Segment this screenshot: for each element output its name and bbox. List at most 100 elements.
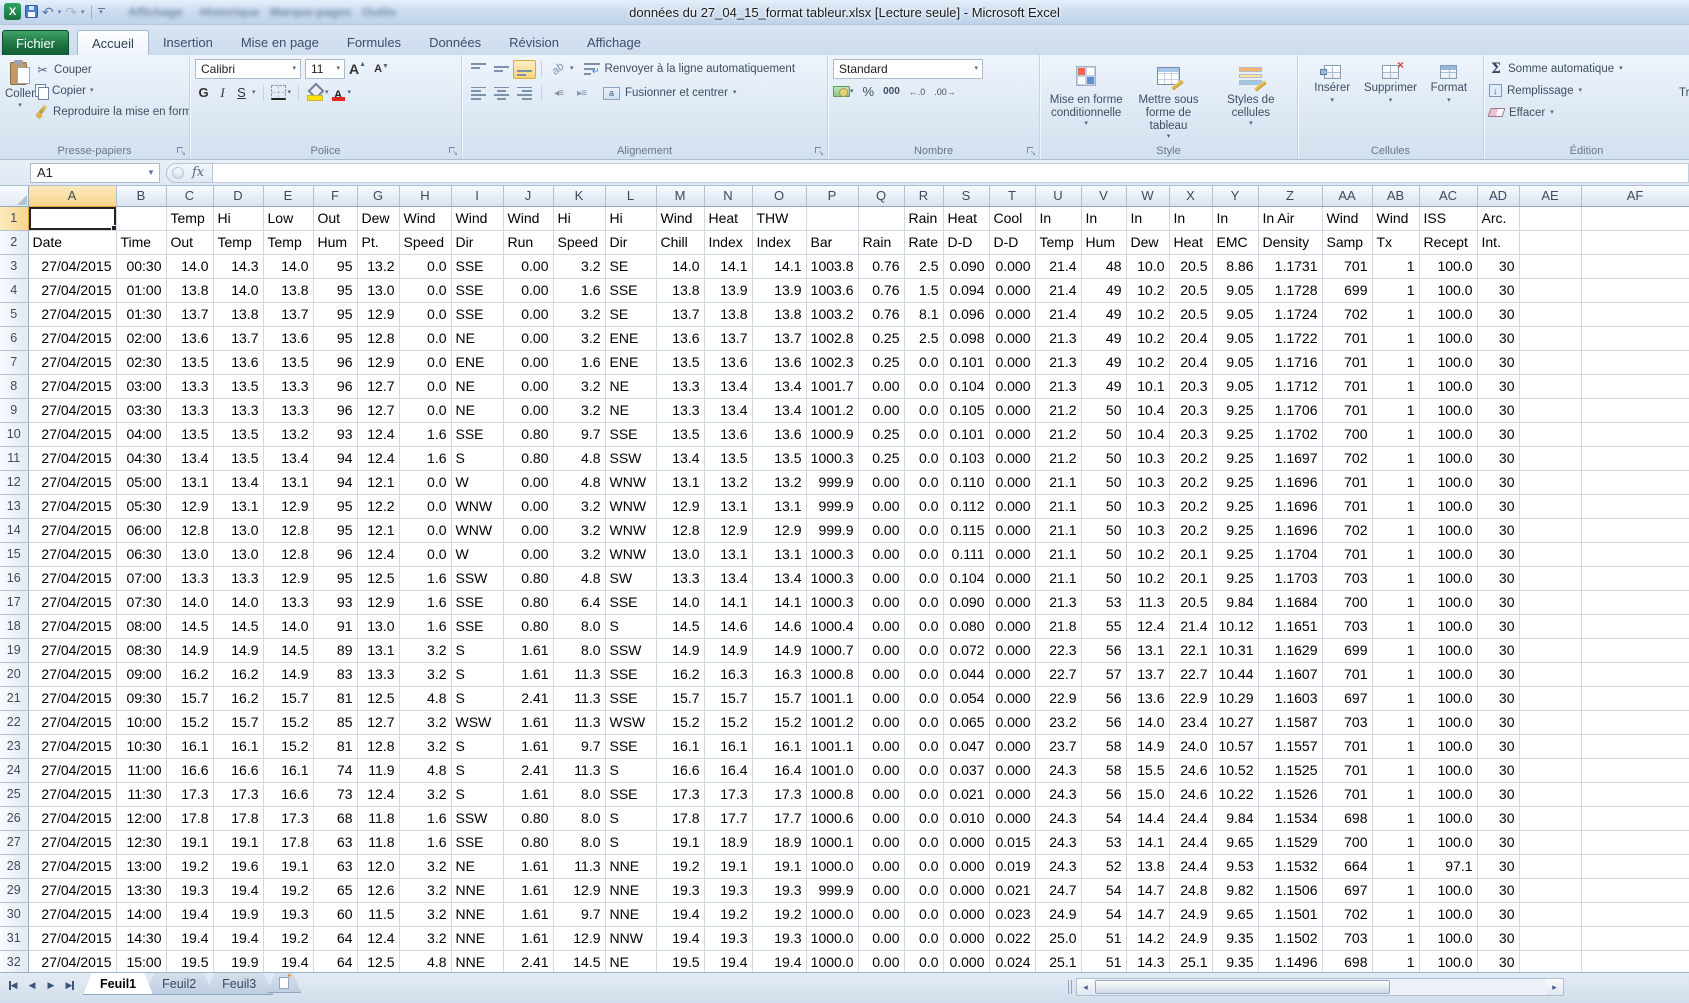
cell-D27[interactable]: 19.1: [213, 830, 263, 854]
cell-B7[interactable]: 02:30: [116, 350, 166, 374]
cell-N10[interactable]: 13.6: [704, 422, 752, 446]
tab-donnees[interactable]: Données: [415, 30, 495, 55]
cell-W3[interactable]: 10.0: [1126, 254, 1169, 278]
cell-C19[interactable]: 14.9: [166, 638, 213, 662]
cell-AE28[interactable]: [1519, 854, 1581, 878]
cell-Z2[interactable]: Density: [1258, 230, 1322, 254]
cell-O4[interactable]: 13.9: [752, 278, 806, 302]
cell-A19[interactable]: 27/04/2015: [28, 638, 116, 662]
cell-A1[interactable]: [28, 206, 116, 230]
column-header-AF[interactable]: AF: [1581, 186, 1689, 206]
cell-T21[interactable]: 0.000: [989, 686, 1035, 710]
cell-AB18[interactable]: 1: [1372, 614, 1419, 638]
cell-G28[interactable]: 12.0: [357, 854, 399, 878]
cell-G12[interactable]: 12.1: [357, 470, 399, 494]
cell-Z17[interactable]: 1.1684: [1258, 590, 1322, 614]
cell-I3[interactable]: SSE: [451, 254, 503, 278]
cell-Y6[interactable]: 9.05: [1212, 326, 1258, 350]
cell-U27[interactable]: 24.3: [1035, 830, 1081, 854]
cell-F25[interactable]: 73: [313, 782, 357, 806]
cell-L7[interactable]: ENE: [605, 350, 656, 374]
cell-D19[interactable]: 14.9: [213, 638, 263, 662]
cell-B30[interactable]: 14:00: [116, 902, 166, 926]
cell-G20[interactable]: 13.3: [357, 662, 399, 686]
cell-T31[interactable]: 0.022: [989, 926, 1035, 950]
align-left-button[interactable]: [467, 84, 490, 103]
cell-N24[interactable]: 16.4: [704, 758, 752, 782]
cell-P31[interactable]: 1000.0: [806, 926, 858, 950]
cell-AF17[interactable]: [1581, 590, 1689, 614]
cell-Z27[interactable]: 1.1529: [1258, 830, 1322, 854]
cell-E6[interactable]: 13.6: [263, 326, 313, 350]
cell-C20[interactable]: 16.2: [166, 662, 213, 686]
cell-T3[interactable]: 0.000: [989, 254, 1035, 278]
cell-I21[interactable]: S: [451, 686, 503, 710]
cell-L21[interactable]: SSE: [605, 686, 656, 710]
cell-Q12[interactable]: 0.00: [858, 470, 904, 494]
cell-AB5[interactable]: 1: [1372, 302, 1419, 326]
column-header-U[interactable]: U: [1035, 186, 1081, 206]
cell-F31[interactable]: 64: [313, 926, 357, 950]
cell-L22[interactable]: WSW: [605, 710, 656, 734]
cell-S25[interactable]: 0.021: [943, 782, 989, 806]
cell-K23[interactable]: 9.7: [553, 734, 605, 758]
column-header-AD[interactable]: AD: [1477, 186, 1519, 206]
increase-decimal-button[interactable]: ←.0: [909, 87, 926, 97]
insert-cells-button[interactable]: Insérer ▾: [1303, 59, 1361, 142]
cell-Q30[interactable]: 0.00: [858, 902, 904, 926]
cell-L27[interactable]: S: [605, 830, 656, 854]
cell-U6[interactable]: 21.3: [1035, 326, 1081, 350]
cell-P2[interactable]: Bar: [806, 230, 858, 254]
cell-Q11[interactable]: 0.25: [858, 446, 904, 470]
cell-K5[interactable]: 3.2: [553, 302, 605, 326]
cell-U12[interactable]: 21.1: [1035, 470, 1081, 494]
cell-R7[interactable]: 0.0: [904, 350, 943, 374]
cell-Q13[interactable]: 0.00: [858, 494, 904, 518]
cell-B16[interactable]: 07:00: [116, 566, 166, 590]
row-header-31[interactable]: 31: [0, 926, 28, 950]
cell-U25[interactable]: 24.3: [1035, 782, 1081, 806]
cell-S20[interactable]: 0.044: [943, 662, 989, 686]
cell-M15[interactable]: 13.0: [656, 542, 704, 566]
cell-U15[interactable]: 21.1: [1035, 542, 1081, 566]
cell-AF8[interactable]: [1581, 374, 1689, 398]
cell-B1[interactable]: [116, 206, 166, 230]
cell-L10[interactable]: SSE: [605, 422, 656, 446]
cell-I30[interactable]: NNE: [451, 902, 503, 926]
cell-M26[interactable]: 17.8: [656, 806, 704, 830]
cell-S6[interactable]: 0.098: [943, 326, 989, 350]
cell-S29[interactable]: 0.000: [943, 878, 989, 902]
cell-D30[interactable]: 19.9: [213, 902, 263, 926]
cell-H1[interactable]: Wind: [399, 206, 451, 230]
cell-O7[interactable]: 13.6: [752, 350, 806, 374]
cell-AC32[interactable]: 100.0: [1419, 950, 1477, 972]
grow-font-button[interactable]: A▲: [345, 60, 370, 78]
row-header-19[interactable]: 19: [0, 638, 28, 662]
row-header-17[interactable]: 17: [0, 590, 28, 614]
cell-E9[interactable]: 13.3: [263, 398, 313, 422]
row-header-14[interactable]: 14: [0, 518, 28, 542]
cell-X16[interactable]: 20.1: [1169, 566, 1212, 590]
cell-W15[interactable]: 10.2: [1126, 542, 1169, 566]
cell-G14[interactable]: 12.1: [357, 518, 399, 542]
cell-Z8[interactable]: 1.1712: [1258, 374, 1322, 398]
cell-V29[interactable]: 54: [1081, 878, 1126, 902]
cell-S10[interactable]: 0.101: [943, 422, 989, 446]
cell-N13[interactable]: 13.1: [704, 494, 752, 518]
cell-W20[interactable]: 13.7: [1126, 662, 1169, 686]
cell-AA11[interactable]: 702: [1322, 446, 1372, 470]
row-header-22[interactable]: 22: [0, 710, 28, 734]
cell-R5[interactable]: 8.1: [904, 302, 943, 326]
cell-K28[interactable]: 11.3: [553, 854, 605, 878]
cell-F15[interactable]: 96: [313, 542, 357, 566]
cell-AD7[interactable]: 30: [1477, 350, 1519, 374]
cell-U23[interactable]: 23.7: [1035, 734, 1081, 758]
cell-F5[interactable]: 95: [313, 302, 357, 326]
redo-dropdown-icon[interactable]: ▾: [81, 8, 85, 16]
cell-C5[interactable]: 13.7: [166, 302, 213, 326]
cell-A4[interactable]: 27/04/2015: [28, 278, 116, 302]
cell-T26[interactable]: 0.000: [989, 806, 1035, 830]
dialog-launcher-icon[interactable]: [176, 146, 186, 156]
cell-A30[interactable]: 27/04/2015: [28, 902, 116, 926]
cell-AD29[interactable]: 30: [1477, 878, 1519, 902]
